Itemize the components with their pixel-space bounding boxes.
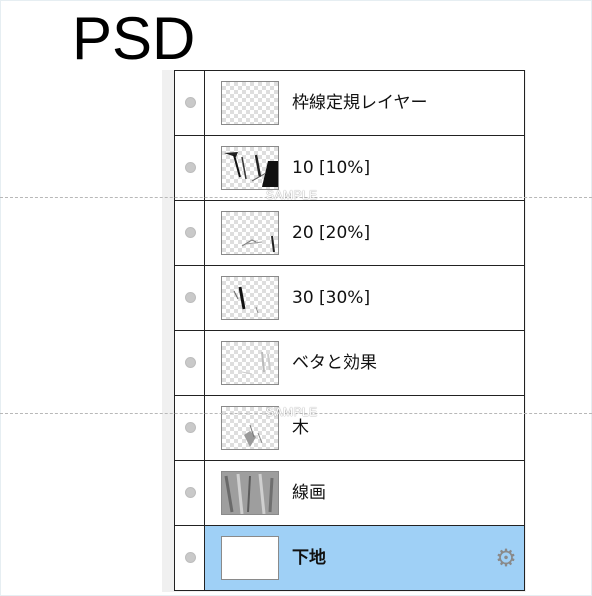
layer-row[interactable]: 木: [175, 396, 524, 461]
layer-name: ベタと効果: [292, 353, 377, 373]
visibility-toggle[interactable]: [175, 266, 205, 330]
layer-thumbnail: [221, 146, 279, 190]
layer-thumbnail: [221, 471, 279, 515]
visibility-toggle[interactable]: [175, 136, 205, 200]
visibility-toggle[interactable]: [175, 71, 205, 135]
layer-row[interactable]: 30 [30%]: [175, 266, 524, 331]
layer-row[interactable]: 線画: [175, 461, 524, 526]
layer-row[interactable]: 20 [20%]: [175, 201, 524, 266]
visibility-dot-icon: [185, 227, 196, 238]
visibility-dot-icon: [185, 487, 196, 498]
layer-thumbnail: [221, 276, 279, 320]
visibility-dot-icon: [185, 97, 196, 108]
visibility-dot-icon: [185, 422, 196, 433]
gear-icon[interactable]: ⚙: [494, 546, 518, 570]
layer-thumbnail: [221, 341, 279, 385]
layer-thumbnail: [221, 81, 279, 125]
visibility-dot-icon: [185, 162, 196, 173]
visibility-toggle[interactable]: [175, 331, 205, 395]
watermark-text: SAMPLE: [266, 405, 318, 419]
layer-thumbnail: [221, 211, 279, 255]
page-title: PSD: [72, 5, 196, 72]
visibility-dot-icon: [185, 292, 196, 303]
layer-name: 下地: [292, 548, 326, 568]
layer-name: 30 [30%]: [292, 288, 371, 308]
watermark-text: SAMPLE: [266, 188, 318, 202]
visibility-dot-icon: [185, 357, 196, 368]
visibility-toggle[interactable]: [175, 526, 205, 590]
visibility-toggle[interactable]: [175, 201, 205, 265]
layer-thumbnail: [221, 536, 279, 580]
layer-row-selected[interactable]: 下地 ⚙: [175, 526, 524, 590]
visibility-toggle[interactable]: [175, 396, 205, 460]
visibility-dot-icon: [185, 552, 196, 563]
visibility-toggle[interactable]: [175, 461, 205, 525]
layer-name: 枠線定規レイヤー: [292, 93, 428, 113]
layer-row[interactable]: ベタと効果: [175, 331, 524, 396]
layer-row[interactable]: 10 [10%]: [175, 136, 524, 201]
layer-row[interactable]: 枠線定規レイヤー: [175, 71, 524, 136]
layer-name: 20 [20%]: [292, 223, 371, 243]
layer-list: 枠線定規レイヤー 10 [10%] 20 [20%] 30 [30%] ベタと効…: [174, 70, 525, 591]
layer-name: 線画: [292, 483, 326, 503]
